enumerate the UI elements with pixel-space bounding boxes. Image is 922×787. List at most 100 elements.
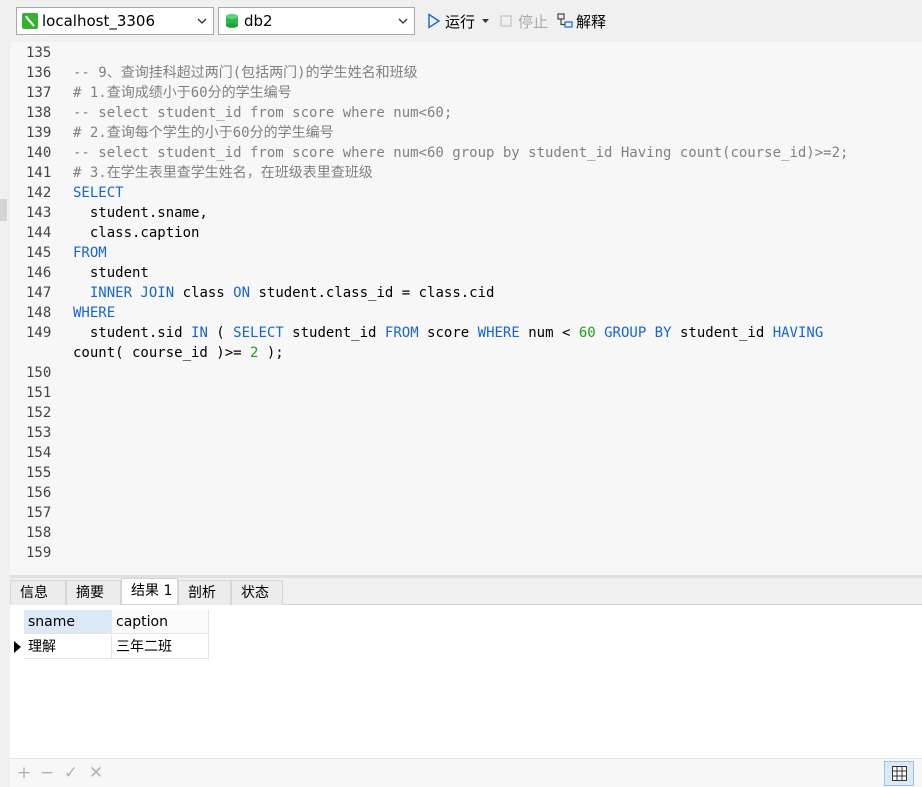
code-line[interactable]: 148 WHERE bbox=[10, 303, 922, 323]
sql-keyword: ON bbox=[233, 285, 251, 301]
code-line[interactable]: 142 SELECT bbox=[10, 183, 922, 203]
tab-result-1[interactable]: 结果 1 bbox=[121, 578, 178, 604]
line-number: 155 bbox=[26, 465, 52, 481]
chevron-down-icon bbox=[197, 18, 207, 24]
code-line[interactable]: 137 # 1.查询成绩小于60分的学生编号 bbox=[10, 83, 922, 103]
sql-comment: # 1.查询成绩小于60分的学生编号 bbox=[73, 85, 292, 101]
sql-comment: -- select student_id from score where nu… bbox=[73, 105, 453, 121]
code-text: SELECT bbox=[73, 183, 124, 203]
line-number: 157 bbox=[26, 505, 52, 521]
code-line[interactable]: 135 bbox=[10, 43, 922, 63]
sql-keyword: IN bbox=[191, 325, 208, 341]
sql-text: class.caption bbox=[73, 225, 200, 241]
code-text: # 1.查询成绩小于60分的学生编号 bbox=[73, 83, 292, 103]
stop-icon bbox=[500, 15, 512, 27]
sql-text: student_id bbox=[671, 325, 773, 341]
code-line[interactable]: 151 bbox=[10, 383, 922, 403]
sql-keyword: WHERE bbox=[477, 325, 520, 341]
discard-changes-icon[interactable]: ✕ bbox=[87, 763, 105, 783]
code-line[interactable]: 155 bbox=[10, 463, 922, 483]
line-number: 144 bbox=[26, 225, 52, 241]
stop-button[interactable]: 停止 bbox=[499, 11, 551, 33]
code-line[interactable]: 153 bbox=[10, 423, 922, 443]
line-number: 135 bbox=[26, 45, 52, 61]
column-header-sname[interactable]: sname bbox=[24, 610, 112, 634]
connection-icon bbox=[22, 13, 38, 29]
code-text: student bbox=[73, 263, 149, 283]
explain-label: 解释 bbox=[576, 13, 607, 31]
code-line[interactable]: 136 -- 9、查询挂科超过两门(包括两门)的学生姓名和班级 bbox=[10, 63, 922, 83]
sql-text: student.sname, bbox=[73, 205, 208, 221]
grid-view-button[interactable] bbox=[884, 761, 914, 786]
sql-number: 60 bbox=[578, 325, 596, 341]
line-number: 141 bbox=[26, 165, 52, 181]
database-select[interactable]: db2 bbox=[218, 7, 415, 35]
explain-icon bbox=[557, 13, 573, 28]
code-line[interactable]: 159 bbox=[10, 543, 922, 563]
line-number: 137 bbox=[26, 85, 52, 101]
explain-button[interactable]: 解释 bbox=[557, 11, 615, 33]
code-line[interactable]: 156 bbox=[10, 483, 922, 503]
code-line[interactable]: 146 student bbox=[10, 263, 922, 283]
editor-splitter-handle[interactable] bbox=[0, 199, 7, 221]
sql-keyword: INNER JOIN bbox=[89, 285, 175, 301]
code-line[interactable]: 150 bbox=[10, 363, 922, 383]
line-number: 143 bbox=[26, 205, 52, 221]
code-line[interactable]: 143 student.sname, bbox=[10, 203, 922, 223]
column-header-caption[interactable]: caption bbox=[112, 610, 209, 634]
code-line[interactable]: 158 bbox=[10, 523, 922, 543]
code-text: # 3.在学生表里查学生姓名，在班级表里查班级 bbox=[73, 163, 373, 183]
result-tabs: 信息 摘要 结果 1 剖析 状态 bbox=[10, 578, 922, 605]
sql-keyword: FROM bbox=[73, 245, 107, 261]
code-line[interactable]: 149 student.sid IN ( SELECT student_id F… bbox=[10, 323, 922, 343]
line-number: 138 bbox=[26, 105, 52, 121]
code-line[interactable]: 144 class.caption bbox=[10, 223, 922, 243]
line-number: 151 bbox=[26, 385, 52, 401]
tab-summary[interactable]: 摘要 bbox=[66, 580, 121, 605]
code-line[interactable]: 141 # 3.在学生表里查学生姓名，在班级表里查班级 bbox=[10, 163, 922, 183]
tab-status[interactable]: 状态 bbox=[231, 580, 283, 605]
sql-text: class bbox=[174, 285, 234, 301]
code-line[interactable]: 154 bbox=[10, 443, 922, 463]
sql-comment: # 2.查询每个学生的小于60分的学生编号 bbox=[73, 125, 334, 141]
code-line[interactable]: 138 -- select student_id from score where… bbox=[10, 103, 922, 123]
sql-text: score bbox=[418, 325, 478, 341]
code-text: -- select student_id from score where nu… bbox=[73, 143, 848, 163]
sql-editor[interactable]: 135 136 -- 9、查询挂科超过两门(包括两门)的学生姓名和班级 137 # 1.… bbox=[10, 42, 922, 575]
apply-changes-icon[interactable]: ✓ bbox=[62, 763, 80, 783]
code-text: WHERE bbox=[73, 303, 115, 323]
code-line[interactable]: count( course_id )>= 2 ); bbox=[10, 343, 922, 363]
delete-record-icon[interactable]: − bbox=[38, 763, 56, 783]
sql-comment: -- 9、查询挂科超过两门(包括两门)的学生姓名和班级 bbox=[73, 65, 418, 81]
database-name: db2 bbox=[244, 12, 273, 30]
code-text: FROM bbox=[73, 243, 107, 263]
sql-comment: # 3.在学生表里查学生姓名，在班级表里查班级 bbox=[73, 165, 373, 181]
sql-text: num < bbox=[519, 325, 579, 341]
code-line[interactable]: 139 # 2.查询每个学生的小于60分的学生编号 bbox=[10, 123, 922, 143]
sql-text: count( course_id )>= bbox=[73, 345, 251, 361]
sql-text: ); bbox=[258, 345, 284, 361]
code-text: student.sid IN ( SELECT student_id FROM … bbox=[73, 323, 823, 343]
chevron-down-icon bbox=[398, 18, 408, 24]
code-line[interactable]: 147 INNER JOIN class ON student.class_id… bbox=[10, 283, 922, 303]
table-cell[interactable]: 三年二班 bbox=[112, 635, 209, 659]
code-line[interactable]: 145 FROM bbox=[10, 243, 922, 263]
line-number: 147 bbox=[26, 285, 52, 301]
code-text: student.sname, bbox=[73, 203, 208, 223]
add-record-icon[interactable]: + bbox=[15, 763, 33, 783]
tab-info[interactable]: 信息 bbox=[10, 580, 66, 605]
line-number: 156 bbox=[26, 485, 52, 501]
run-button[interactable]: 运行 bbox=[426, 11, 490, 33]
tab-profile[interactable]: 剖析 bbox=[178, 580, 231, 605]
table-cell[interactable]: 理解 bbox=[24, 635, 112, 659]
toolbar: localhost_3306 db2 运行 停止 解释 bbox=[0, 0, 922, 42]
code-line[interactable]: 140 -- select student_id from score where… bbox=[10, 143, 922, 163]
play-icon bbox=[428, 13, 441, 29]
line-number: 148 bbox=[26, 305, 52, 321]
line-number: 139 bbox=[26, 125, 52, 141]
connection-select[interactable]: localhost_3306 bbox=[16, 7, 214, 35]
code-line[interactable]: 157 bbox=[10, 503, 922, 523]
code-line[interactable]: 152 bbox=[10, 403, 922, 423]
line-number: 153 bbox=[26, 425, 52, 441]
